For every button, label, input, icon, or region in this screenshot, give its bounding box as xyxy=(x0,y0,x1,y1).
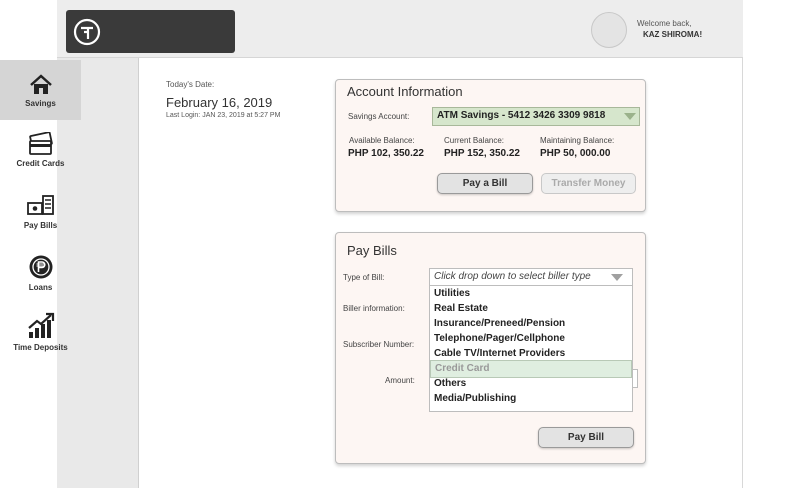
growth-chart-icon xyxy=(27,312,54,338)
pay-a-bill-button[interactable]: Pay a Bill xyxy=(437,173,533,194)
sidebar-item-pay-bills[interactable]: Pay Bills xyxy=(0,192,81,236)
welcome-message: Welcome back, KAZ SHIROMA! xyxy=(633,18,733,40)
date-block: Today's Date: February 16, 2019 Last Log… xyxy=(166,80,280,119)
bill-type-select[interactable]: Click drop down to select biller type xyxy=(429,268,633,286)
available-balance-label: Available Balance: xyxy=(349,136,415,145)
logo-icon xyxy=(73,18,101,46)
biller-information-label: Biller information: xyxy=(343,304,405,313)
sidebar-item-credit-cards[interactable]: Credit Cards xyxy=(0,128,81,178)
option-cable-tv[interactable]: Cable TV/Internet Providers xyxy=(434,348,565,359)
user-avatar[interactable] xyxy=(591,12,627,48)
sidebar-item-label: Savings xyxy=(25,99,56,108)
option-utilities[interactable]: Utilities xyxy=(434,288,470,299)
maintaining-balance-label: Maintaining Balance: xyxy=(540,136,615,145)
transfer-money-button[interactable]: Transfer Money xyxy=(541,173,636,194)
sidebar-item-label: Loans xyxy=(28,283,53,292)
maintaining-balance-value: PHP 50, 000.00 xyxy=(540,148,611,159)
bill-type-dropdown-list: Utilities Real Estate Insurance/Preneed/… xyxy=(429,285,633,412)
option-insurance[interactable]: Insurance/Preneed/Pension xyxy=(434,318,565,329)
bank-logo[interactable] xyxy=(66,10,235,53)
pay-bills-title: Pay Bills xyxy=(347,243,397,258)
available-balance-value: PHP 102, 350.22 xyxy=(348,148,424,159)
sidebar-item-label: Time Deposits xyxy=(13,343,68,352)
sidebar-item-time-deposits[interactable]: Time Deposits xyxy=(0,312,81,362)
user-name: KAZ SHIROMA! xyxy=(643,30,703,39)
sidebar-item-label: Credit Cards xyxy=(16,159,65,168)
home-icon xyxy=(29,74,52,94)
last-login-text: Last Login: JAN 23, 2019 at 5:27 PM xyxy=(166,112,281,119)
credit-cards-icon xyxy=(28,132,53,155)
bill-type-placeholder: Click drop down to select biller type xyxy=(434,271,591,282)
account-panel-title: Account Information xyxy=(347,84,463,99)
option-others[interactable]: Others xyxy=(434,378,466,389)
amount-label: Amount: xyxy=(385,376,415,385)
sidebar-item-savings[interactable]: Savings xyxy=(0,60,81,120)
peso-coin-icon xyxy=(29,255,52,279)
todays-date-label: Today's Date: xyxy=(166,80,215,89)
welcome-text: Welcome back, xyxy=(637,19,692,28)
savings-account-label: Savings Account: xyxy=(348,112,410,121)
subscriber-number-label: Subscriber Number: xyxy=(343,340,415,349)
option-telephone[interactable]: Telephone/Pager/Cellphone xyxy=(434,333,565,344)
chevron-down-icon[interactable] xyxy=(624,113,636,120)
savings-account-select[interactable]: ATM Savings - 5412 3426 3309 9818 xyxy=(432,107,640,126)
option-credit-card[interactable]: Credit Card xyxy=(430,360,632,378)
option-real-estate[interactable]: Real Estate xyxy=(434,303,488,314)
current-balance-value: PHP 152, 350.22 xyxy=(444,148,520,159)
option-media-publishing[interactable]: Media/Publishing xyxy=(434,393,516,404)
pay-bill-button[interactable]: Pay Bill xyxy=(538,427,634,448)
sidebar-item-loans[interactable]: Loans xyxy=(0,254,81,298)
todays-date-value: February 16, 2019 xyxy=(166,95,273,110)
current-balance-label: Current Balance: xyxy=(444,136,505,145)
savings-account-value: ATM Savings - 5412 3426 3309 9818 xyxy=(437,110,606,121)
chevron-down-icon[interactable] xyxy=(611,274,623,281)
sidebar-item-label: Pay Bills xyxy=(23,221,58,230)
type-of-bill-label: Type of Bill: xyxy=(343,273,385,282)
pay-bills-icon xyxy=(26,195,54,215)
